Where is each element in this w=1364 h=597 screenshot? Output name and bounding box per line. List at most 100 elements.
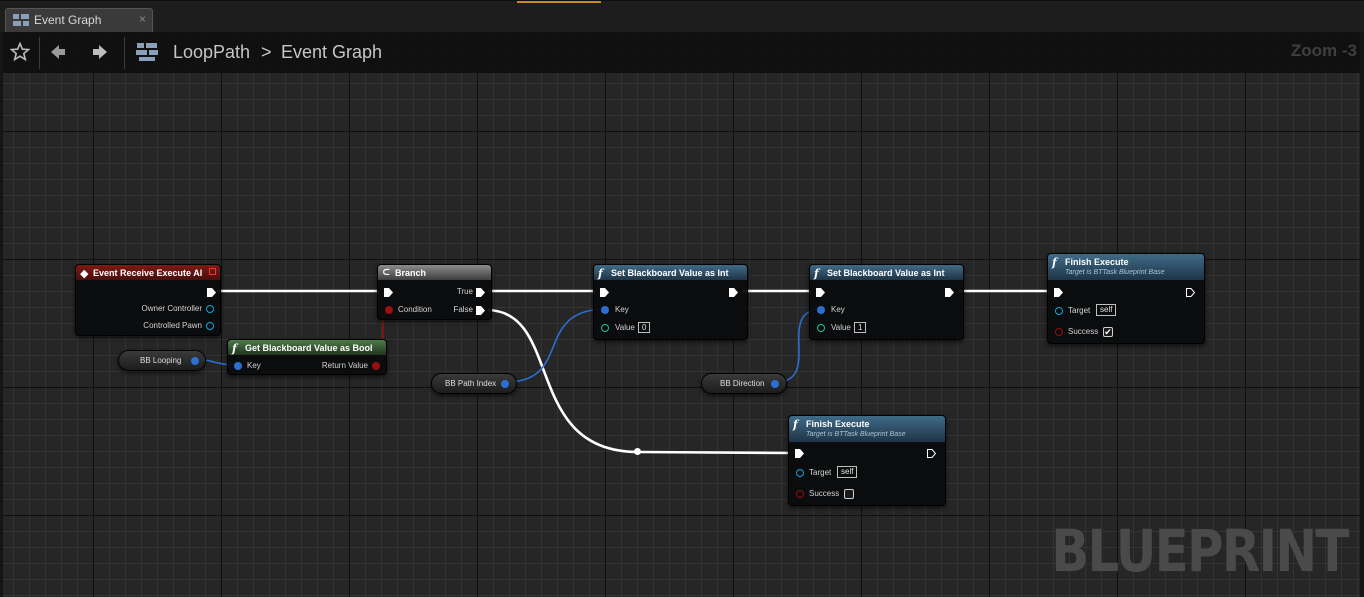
node-title: Set Blackboard Value as Int xyxy=(611,268,729,278)
function-icon: f xyxy=(232,342,237,355)
target-input[interactable]: self xyxy=(1096,304,1117,316)
key-pin[interactable] xyxy=(234,362,242,370)
pin-label-value: Value xyxy=(615,323,635,332)
bb-direction-node[interactable]: BB Direction xyxy=(701,373,787,394)
exec-out-pin[interactable] xyxy=(206,287,217,298)
back-arrow-icon[interactable] xyxy=(45,39,71,65)
key-pin[interactable] xyxy=(601,306,609,314)
node-title: Finish Execute xyxy=(1065,257,1129,267)
favorite-star-icon[interactable] xyxy=(7,39,33,65)
breadcrumb-asset[interactable]: LoopPath xyxy=(173,42,250,63)
reroute-knot[interactable] xyxy=(634,448,641,455)
value-input[interactable]: 1 xyxy=(854,322,867,333)
bb-looping-node[interactable]: BB Looping xyxy=(118,350,206,371)
variable-label: BB Looping xyxy=(140,356,182,365)
pin-label-pawn: Controlled Pawn xyxy=(143,321,202,330)
value-input[interactable]: 0 xyxy=(638,322,651,333)
breadcrumb-separator: > xyxy=(261,42,272,62)
node-title: Set Blackboard Value as Int xyxy=(827,268,945,278)
pin-label-false: False xyxy=(453,305,473,314)
function-icon: f xyxy=(598,267,603,280)
graph-icon xyxy=(13,14,29,32)
tab-label: Event Graph xyxy=(34,13,102,27)
exec-in-pin[interactable] xyxy=(383,287,394,298)
node-title: Branch xyxy=(395,268,427,278)
function-icon: f xyxy=(1052,256,1057,269)
pin-label-key: Key xyxy=(247,361,261,370)
exec-in-pin[interactable] xyxy=(794,448,805,459)
get-blackboard-value-as-bool-node[interactable]: f Get Blackboard Value as Bool Key Retur… xyxy=(227,339,387,375)
exec-out-pin[interactable] xyxy=(728,287,739,298)
set-blackboard-value-as-int-node-1[interactable]: f Set Blackboard Value as Int Key Value … xyxy=(593,264,748,340)
pin-label-return: Return Value xyxy=(321,361,368,370)
node-subtitle: Target is BTTask Blueprint Base xyxy=(806,431,906,438)
exec-out-pin[interactable] xyxy=(944,287,955,298)
pin-label-value: Value xyxy=(831,323,851,332)
success-checkbox[interactable]: ✔ xyxy=(1103,327,1113,337)
delegate-pin[interactable] xyxy=(209,268,216,275)
pin-label-true: True xyxy=(456,287,473,296)
pin-label-key: Key xyxy=(615,305,629,314)
bb-looping-out-pin[interactable] xyxy=(191,357,199,365)
node-subtitle: Target is BTTask Blueprint Base xyxy=(1065,269,1165,276)
variable-label: BB Direction xyxy=(720,379,765,388)
breadcrumb-graph[interactable]: Event Graph xyxy=(281,42,382,63)
tab-bar: Event Graph × xyxy=(0,0,1364,32)
value-pin[interactable] xyxy=(817,324,825,332)
graph-icon xyxy=(134,39,160,65)
key-pin[interactable] xyxy=(817,306,825,314)
branch-node[interactable]: ⊂ Branch True Condition False xyxy=(377,264,492,320)
name-wire-pathindex-key xyxy=(505,308,606,383)
false-exec-pin[interactable] xyxy=(475,305,486,316)
exec-in-pin[interactable] xyxy=(1053,287,1064,298)
pin-label-target: Target xyxy=(1068,306,1091,315)
exec-out-pin[interactable] xyxy=(1185,287,1196,298)
pin-label-condition: Condition xyxy=(398,305,432,314)
owner-controller-pin[interactable] xyxy=(206,305,214,313)
event-diamond-icon: ◆ xyxy=(80,267,89,280)
function-icon: f xyxy=(814,267,819,280)
finish-execute-node-2[interactable]: f Finish Execute Target is BTTask Bluepr… xyxy=(788,415,946,506)
pin-label-success: Success xyxy=(809,489,840,498)
success-pin[interactable] xyxy=(796,490,804,498)
graph-toolbar: LoopPath > Event Graph Zoom -3 xyxy=(3,32,1360,73)
function-icon: f xyxy=(793,418,798,431)
node-title: Event Receive Execute AI xyxy=(93,268,203,278)
node-title: Finish Execute xyxy=(806,419,870,429)
forward-arrow-icon[interactable] xyxy=(87,39,113,65)
tab-event-graph[interactable]: Event Graph × xyxy=(5,8,153,32)
controlled-pawn-pin[interactable] xyxy=(206,322,214,330)
value-pin[interactable] xyxy=(601,324,609,332)
return-value-pin[interactable] xyxy=(372,362,380,370)
success-pin[interactable] xyxy=(1055,328,1063,336)
variable-label: BB Path Index xyxy=(445,379,497,388)
pin-label-owner: Owner Controller xyxy=(141,304,202,313)
toolbar-separator xyxy=(39,37,40,69)
event-receive-execute-ai-node[interactable]: ◆ Event Receive Execute AI Owner Control… xyxy=(75,264,221,336)
target-pin[interactable] xyxy=(796,469,804,477)
target-pin[interactable] xyxy=(1055,307,1063,315)
blueprint-watermark: BLUEPRINT xyxy=(1051,517,1350,585)
zoom-level: Zoom -3 xyxy=(1290,41,1357,60)
exec-in-pin[interactable] xyxy=(815,287,826,298)
target-input[interactable]: self xyxy=(837,466,858,478)
finish-execute-node-1[interactable]: f Finish Execute Target is BTTask Bluepr… xyxy=(1047,253,1205,344)
success-checkbox[interactable] xyxy=(844,489,854,499)
pin-label-target: Target xyxy=(809,468,832,477)
pin-label-key: Key xyxy=(831,305,845,314)
true-exec-pin[interactable] xyxy=(475,287,486,298)
bb-path-index-node[interactable]: BB Path Index xyxy=(431,373,517,394)
exec-wire-reroute-finish2 xyxy=(637,450,791,455)
exec-out-pin[interactable] xyxy=(926,448,937,459)
bb-direction-out-pin[interactable] xyxy=(771,380,779,388)
pin-label-success: Success xyxy=(1068,327,1099,336)
set-blackboard-value-as-int-node-2[interactable]: f Set Blackboard Value as Int Key Value … xyxy=(809,264,964,340)
node-title: Get Blackboard Value as Bool xyxy=(245,343,373,353)
graph-canvas[interactable]: ◆ Event Receive Execute AI Owner Control… xyxy=(3,32,1360,597)
tab-accent xyxy=(517,1,601,3)
exec-in-pin[interactable] xyxy=(599,287,610,298)
condition-pin[interactable] xyxy=(385,306,393,314)
branch-icon: ⊂ xyxy=(382,267,391,278)
bb-path-index-out-pin[interactable] xyxy=(501,380,509,388)
tab-close-icon[interactable]: × xyxy=(139,12,146,26)
